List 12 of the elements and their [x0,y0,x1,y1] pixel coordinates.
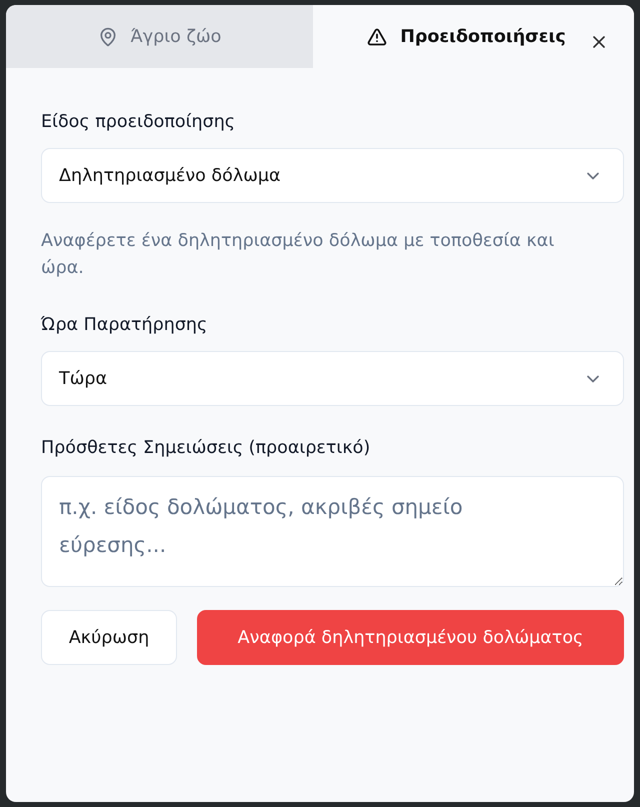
field-label: Πρόσθετες Σημειώσεις (προαιρετικό) [41,437,372,459]
submit-button[interactable]: Αναφορά δηλητηριασμένου δολώματος [197,610,624,665]
tab[interactable]: Άγριο ζώο [6,5,313,68]
select-field[interactable]: Τώρα [41,351,624,406]
warning-icon [367,26,388,46]
help-text: Αναφέρετε ένα δηλητηριασμένο δόλωμα με τοποθεσία και ώρα. [41,230,556,280]
field-label: Είδος προειδοποίησης [41,111,236,133]
notes-field[interactable]: π.χ. είδος δολώματος, ακριβές σημείο εύρεσης... [41,476,624,587]
cancel-button[interactable]: Ακύρωση [41,610,177,665]
map-pin-icon [98,26,118,46]
field-label: Ώρα Παρατήρησης [41,314,208,336]
select-field[interactable]: Δηλητηριασμένο δόλωμα [41,148,624,203]
